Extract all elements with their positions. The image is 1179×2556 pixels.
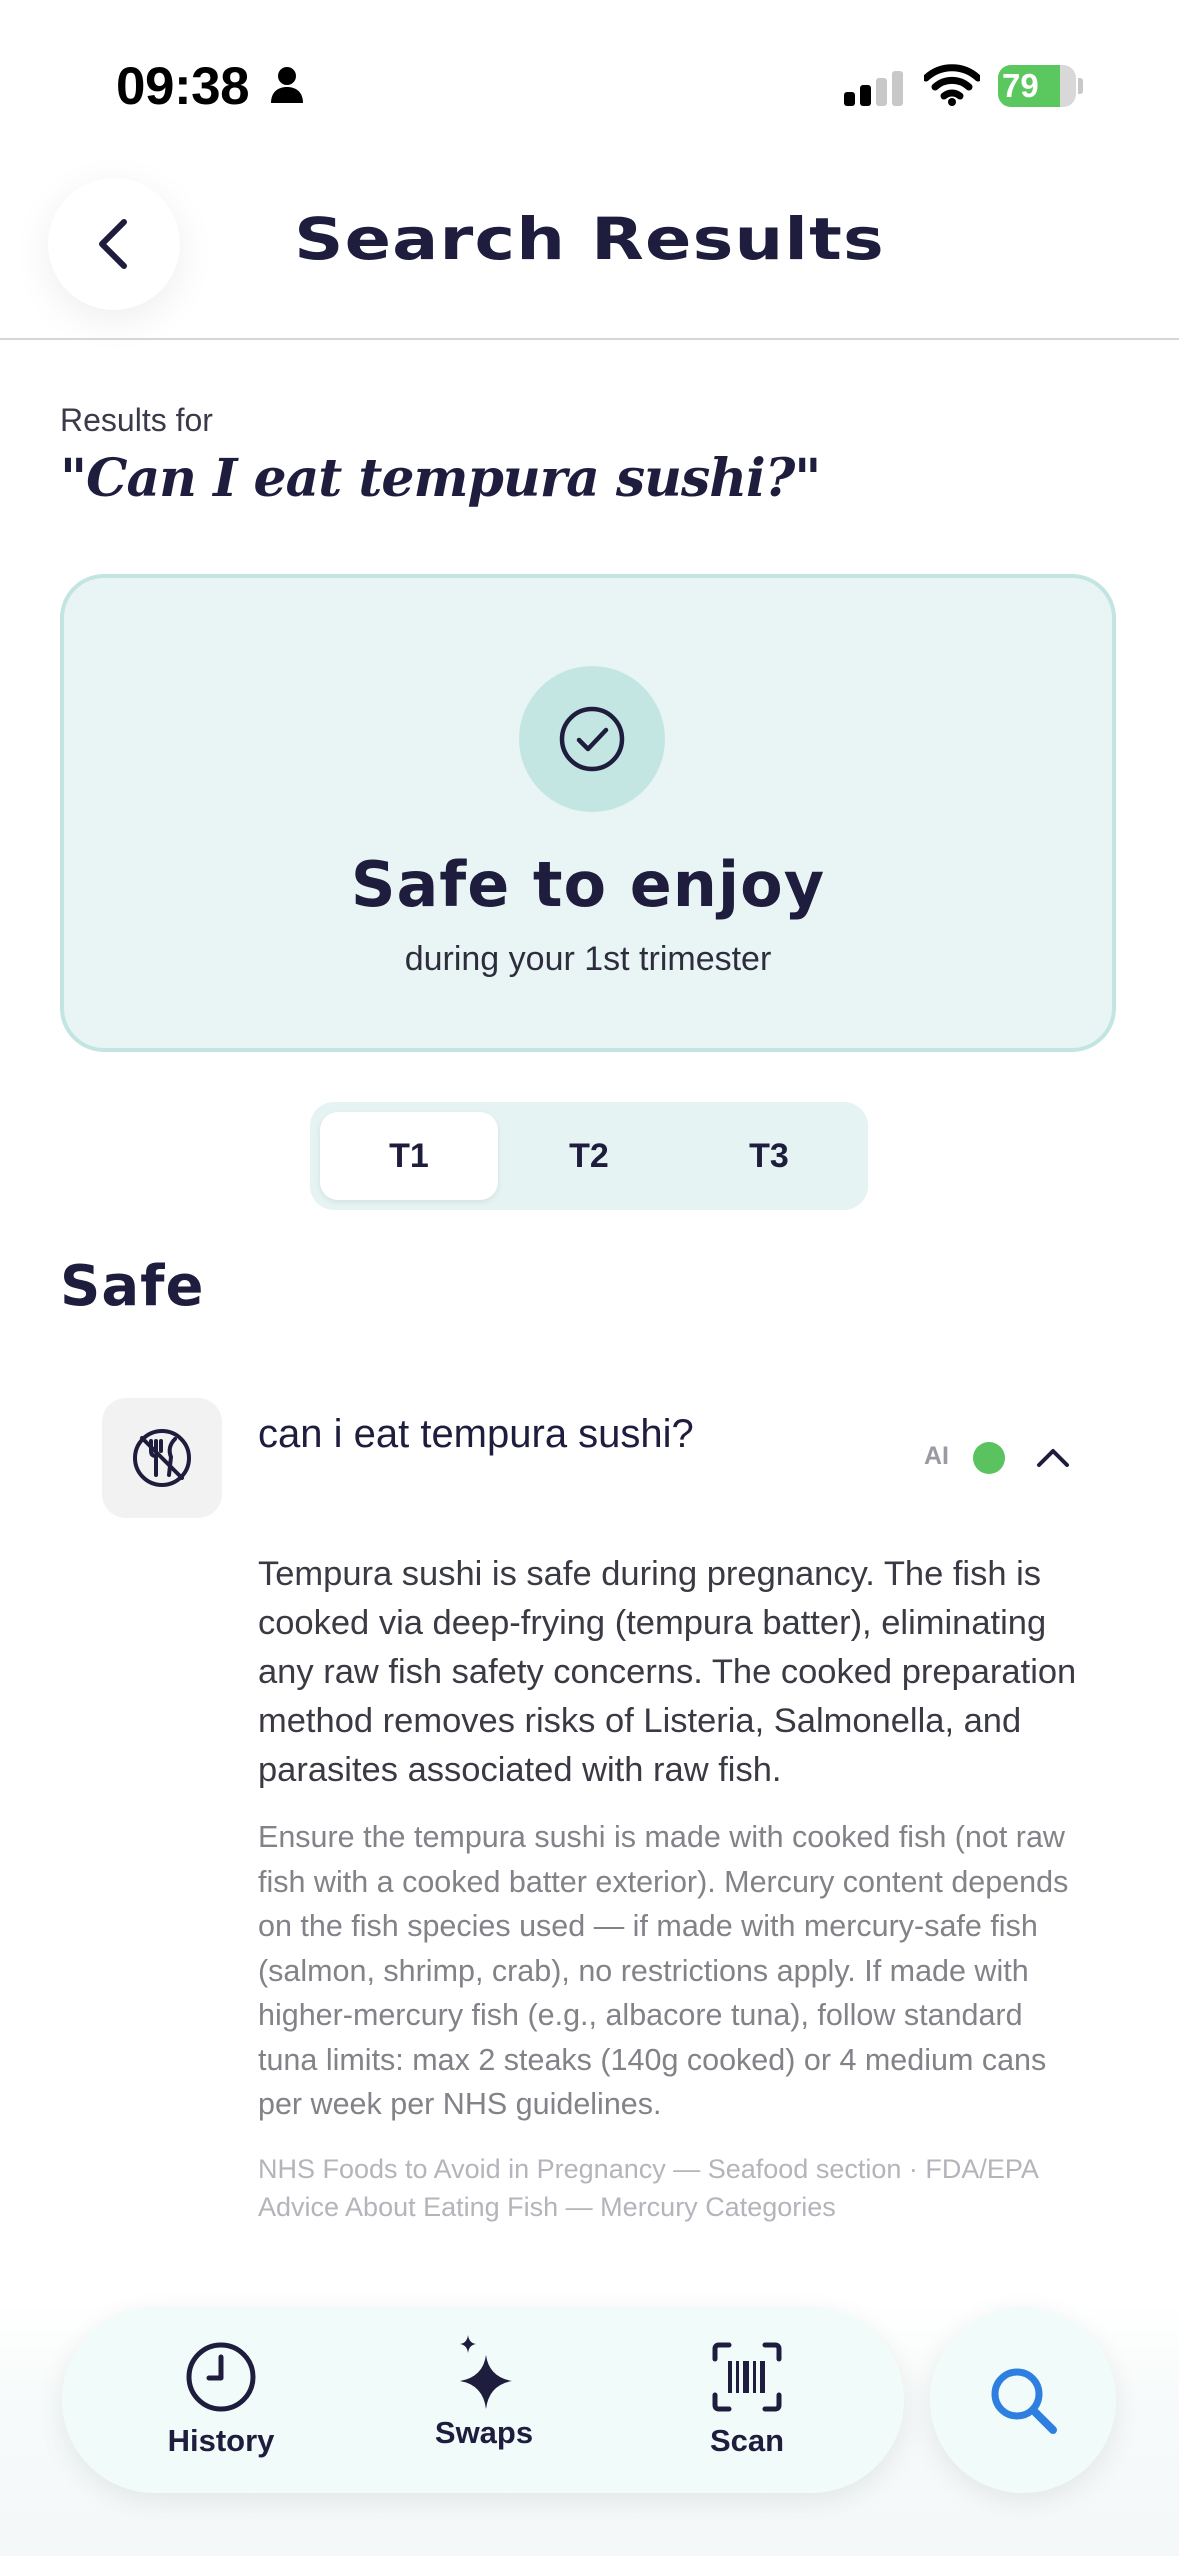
search-icon [991,2368,1057,2434]
result-detail: Ensure the tempura sushi is made with co… [258,1820,1069,2121]
header-divider [0,338,1179,340]
nav-swaps[interactable]: Swaps [384,2335,584,2471]
battery-icon: 79 [998,65,1083,107]
result-sources: NHS Foods to Avoid in Pregnancy — Seafoo… [258,2154,1038,2222]
check-circle-icon [519,666,665,812]
clock-icon [186,2342,256,2412]
tab-t2[interactable]: T2 [500,1112,678,1200]
nav-history[interactable]: History [121,2341,321,2471]
person-icon [270,66,304,108]
search-button[interactable] [930,2307,1116,2493]
sparkle-icon [460,2335,512,2409]
bottom-nav: History Swaps Scan [62,2307,904,2493]
ai-badge: AI [924,1442,949,1470]
tab-t1[interactable]: T1 [320,1112,498,1200]
verdict-card: Safe to enjoy during your 1st trimester [60,574,1116,1052]
cellular-signal-icon [842,70,906,112]
nav-swaps-label: Swaps [434,2415,534,2450]
search-query: "Can I eat tempura sushi?" [60,448,821,509]
verdict-title: Safe to enjoy [350,848,826,921]
wifi-icon [922,64,982,110]
nav-history-label: History [167,2423,275,2458]
nav-scan-label: Scan [709,2423,785,2458]
verdict-subtitle: during your 1st trimester [404,940,772,978]
result-summary: Tempura sushi is safe during pregnancy. … [258,1555,1077,1789]
barcode-scan-icon [712,2342,782,2412]
tab-t3[interactable]: T3 [680,1112,858,1200]
battery-level-text: 79 [1002,67,1039,104]
page-title: Search Results [294,205,885,273]
result-question[interactable]: can i eat tempura sushi? [258,1412,694,1457]
safe-status-dot [973,1442,1005,1474]
chevron-up-icon[interactable] [1034,1442,1072,1476]
nav-scan[interactable]: Scan [647,2341,847,2471]
status-time: 09:38 [116,57,250,116]
trimester-tabs: T1 T2 T3 [310,1102,868,1210]
results-for-label: Results for [60,402,213,438]
section-heading: Safe [60,1254,205,1319]
no-utensils-icon [102,1398,222,1518]
